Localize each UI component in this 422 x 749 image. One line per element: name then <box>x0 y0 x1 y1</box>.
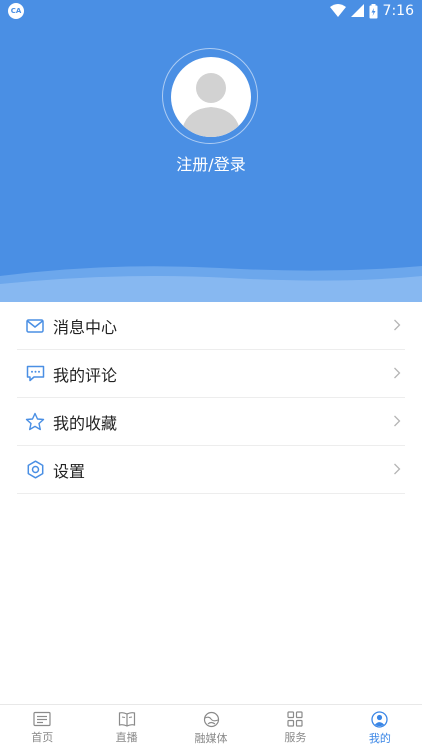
header-wave-decoration <box>0 266 422 302</box>
bottom-tab-bar: 首页 直播 融媒体 服务 我的 <box>0 704 422 749</box>
default-user-icon <box>181 73 241 137</box>
tab-media[interactable]: 融媒体 <box>169 705 253 749</box>
chevron-right-icon <box>394 415 401 427</box>
profile-menu: 消息中心 我的评论 我的收藏 设置 <box>17 302 405 494</box>
menu-item-label: 我的评论 <box>53 365 118 385</box>
menu-item-settings[interactable]: 设置 <box>17 446 405 494</box>
signal-icon <box>350 4 364 17</box>
battery-icon <box>369 3 378 18</box>
app-notification-icon: CA <box>8 3 24 19</box>
tab-label: 我的 <box>368 732 391 745</box>
avatar[interactable] <box>171 57 251 137</box>
status-time: 7:16 <box>382 3 414 19</box>
tab-live[interactable]: 直播 <box>84 705 168 749</box>
user-icon <box>371 711 388 728</box>
tab-services[interactable]: 服务 <box>253 705 337 749</box>
menu-item-label: 消息中心 <box>53 317 118 337</box>
tab-mine[interactable]: 我的 <box>338 705 422 749</box>
menu-item-label: 设置 <box>53 461 86 481</box>
tab-label: 直播 <box>115 731 138 744</box>
grid-icon <box>287 711 304 727</box>
gear-icon <box>25 460 45 480</box>
chevron-right-icon <box>394 463 401 475</box>
news-icon <box>33 711 51 727</box>
menu-item-label: 我的收藏 <box>53 413 118 433</box>
menu-item-favorites[interactable]: 我的收藏 <box>17 398 405 446</box>
chevron-right-icon <box>394 319 401 331</box>
tab-label: 首页 <box>31 731 54 744</box>
chevron-right-icon <box>394 367 401 379</box>
tab-home[interactable]: 首页 <box>0 705 84 749</box>
globe-icon <box>203 711 219 728</box>
star-icon <box>25 412 45 432</box>
menu-item-comments[interactable]: 我的评论 <box>17 350 405 398</box>
status-bar: CA 7:16 <box>0 0 422 22</box>
wifi-icon <box>329 4 346 17</box>
tab-label: 服务 <box>284 731 307 744</box>
comment-icon <box>25 364 45 384</box>
tab-label: 融媒体 <box>194 732 228 745</box>
menu-item-messages[interactable]: 消息中心 <box>17 302 405 350</box>
book-icon <box>118 712 135 727</box>
mail-icon <box>25 316 45 336</box>
register-login-link[interactable]: 注册/登录 <box>0 151 422 175</box>
